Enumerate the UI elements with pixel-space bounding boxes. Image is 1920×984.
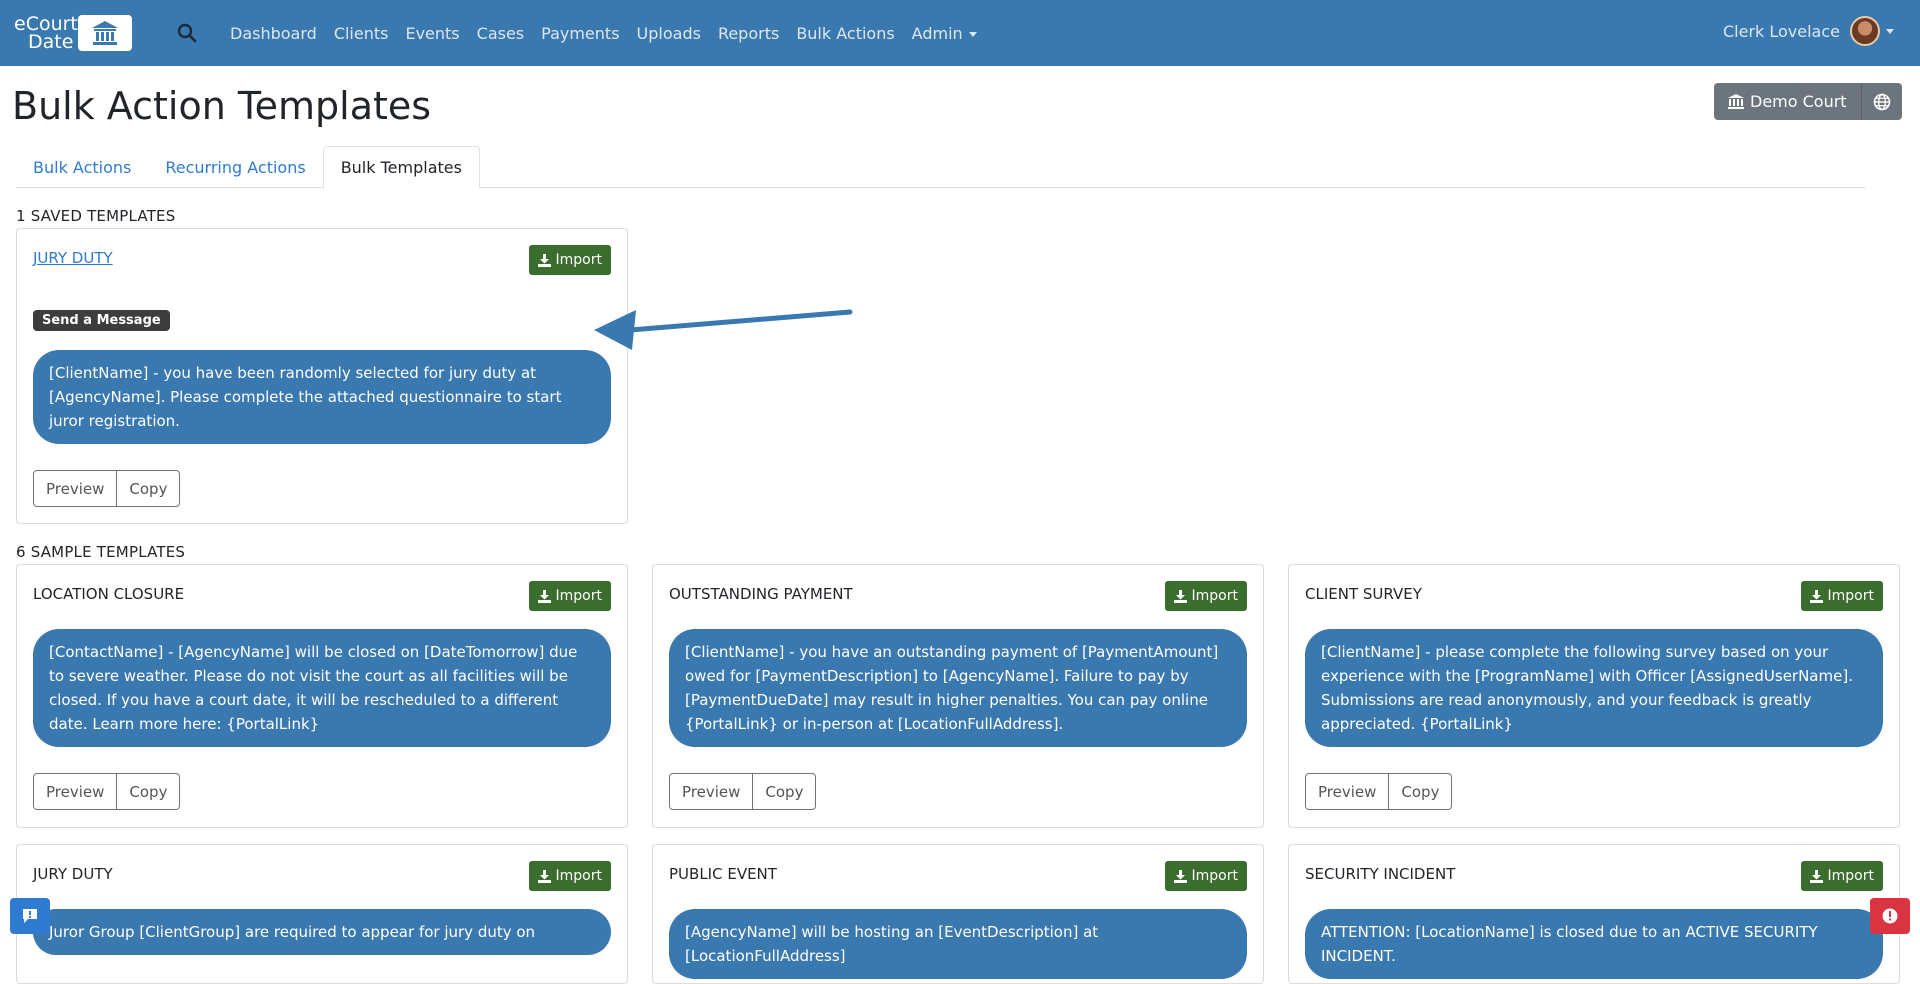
main-nav: Dashboard Clients Events Cases Payments … [230, 0, 994, 66]
download-icon [1173, 589, 1187, 603]
preview-button[interactable]: Preview [1305, 773, 1390, 810]
template-tabs: Bulk Actions Recurring Actions Bulk Temp… [16, 146, 1866, 189]
preview-button[interactable]: Preview [669, 773, 754, 810]
download-icon [537, 869, 551, 883]
download-icon [537, 253, 551, 267]
court-button-group: Demo Court [1714, 83, 1902, 120]
download-icon [1809, 589, 1823, 603]
template-button-group: Preview Copy [1305, 773, 1453, 810]
top-navbar: eCourt Date Dashboard Clients Events Cas… [0, 0, 1920, 66]
message-bubble: [ClientName] - you have an outstanding p… [669, 629, 1247, 747]
preview-button[interactable]: Preview [33, 470, 118, 507]
sample-template-card: SECURITY INCIDENT Import ATTENTION: [Loc… [1288, 844, 1900, 984]
import-button[interactable]: Import [528, 861, 611, 891]
saved-templates-heading: 1 SAVED TEMPLATES [16, 207, 176, 225]
sample-template-card: JURY DUTY Import Juror Group [ClientGrou… [16, 844, 628, 984]
template-button-group: Preview Copy [33, 470, 181, 507]
download-icon [537, 589, 551, 603]
message-bubble: [ContactName] - [AgencyName] will be clo… [33, 629, 611, 747]
sample-template-card: OUTSTANDING PAYMENT Import [ClientName] … [652, 564, 1264, 828]
nav-clients[interactable]: Clients [334, 24, 389, 43]
template-button-group: Preview Copy [669, 773, 817, 810]
template-title: CLIENT SURVEY [1305, 585, 1422, 603]
template-title: SECURITY INCIDENT [1305, 865, 1456, 883]
message-bubble: [ClientName] - you have been randomly se… [33, 350, 611, 444]
nav-dashboard[interactable]: Dashboard [230, 24, 317, 43]
user-menu[interactable]: Clerk Lovelace [1723, 16, 1894, 46]
import-label: Import [1191, 588, 1238, 604]
chat-button[interactable] [10, 898, 50, 934]
nav-reports[interactable]: Reports [718, 24, 779, 43]
app-logo[interactable]: eCourt Date [14, 14, 132, 52]
copy-button[interactable]: Copy [1389, 773, 1453, 810]
annotation-arrow-icon [594, 309, 853, 350]
copy-button[interactable]: Copy [117, 773, 181, 810]
avatar [1850, 16, 1880, 46]
copy-button[interactable]: Copy [753, 773, 817, 810]
page-title: Bulk Action Templates [12, 84, 432, 128]
nav-bulk-actions[interactable]: Bulk Actions [796, 24, 894, 43]
template-title: PUBLIC EVENT [669, 865, 777, 883]
import-button[interactable]: Import [1164, 581, 1247, 611]
import-label: Import [1191, 868, 1238, 884]
template-title: JURY DUTY [33, 865, 113, 883]
nav-events[interactable]: Events [405, 24, 459, 43]
download-icon [1173, 869, 1187, 883]
copy-button[interactable]: Copy [117, 470, 181, 507]
import-label: Import [555, 868, 602, 884]
template-button-group: Preview Copy [33, 773, 181, 810]
import-button[interactable]: Import [528, 245, 611, 275]
sample-template-card: PUBLIC EVENT Import [AgencyName] will be… [652, 844, 1264, 984]
user-name: Clerk Lovelace [1722, 21, 1840, 41]
message-bubble: [AgencyName] will be hosting an [EventDe… [669, 909, 1247, 979]
chat-icon [23, 909, 37, 923]
message-bubble: Juror Group [ClientGroup] are required t… [33, 909, 611, 955]
import-label: Import [555, 252, 602, 268]
saved-template-card: JURY DUTY Import Send a Message [ClientN… [16, 228, 628, 524]
sample-template-card: CLIENT SURVEY Import [ClientName] - plea… [1288, 564, 1900, 828]
template-title: LOCATION CLOSURE [33, 585, 185, 603]
sample-templates-heading: 6 SAMPLE TEMPLATES [16, 543, 186, 561]
courthouse-icon [78, 15, 132, 51]
import-button[interactable]: Import [528, 581, 611, 611]
tab-recurring-actions[interactable]: Recurring Actions [148, 146, 322, 188]
message-bubble: [ClientName] - please complete the follo… [1305, 629, 1883, 747]
import-label: Import [1827, 588, 1874, 604]
message-bubble: ATTENTION: [LocationName] is closed due … [1305, 909, 1883, 979]
import-button[interactable]: Import [1164, 861, 1247, 891]
template-title-link[interactable]: JURY DUTY [33, 249, 113, 267]
nav-payments[interactable]: Payments [541, 24, 619, 43]
action-type-badge: Send a Message [33, 310, 170, 331]
logo-text-line2: Date [28, 31, 74, 53]
preview-button[interactable]: Preview [33, 773, 118, 810]
tab-bulk-templates[interactable]: Bulk Templates [322, 146, 480, 189]
language-button[interactable] [1861, 83, 1902, 120]
sample-template-card: LOCATION CLOSURE Import [ContactName] - … [16, 564, 628, 828]
nav-uploads[interactable]: Uploads [637, 24, 701, 43]
chevron-down-icon [968, 31, 977, 37]
alert-icon [1882, 908, 1898, 924]
court-select-button[interactable]: Demo Court [1714, 83, 1862, 120]
chevron-down-icon [1886, 28, 1894, 34]
search-icon[interactable] [176, 22, 198, 44]
import-label: Import [1827, 868, 1874, 884]
tab-bulk-actions[interactable]: Bulk Actions [16, 146, 148, 188]
globe-icon [1873, 93, 1890, 110]
import-button[interactable]: Import [1800, 581, 1883, 611]
courthouse-icon [1728, 94, 1744, 109]
court-label: Demo Court [1750, 92, 1847, 111]
download-icon [1809, 869, 1823, 883]
nav-admin-label: Admin [911, 23, 963, 43]
nav-cases[interactable]: Cases [477, 24, 525, 43]
import-button[interactable]: Import [1800, 861, 1883, 891]
import-label: Import [555, 588, 602, 604]
nav-admin-dropdown[interactable]: Admin [912, 24, 977, 43]
template-title: OUTSTANDING PAYMENT [669, 585, 853, 603]
alert-button[interactable] [1870, 898, 1910, 934]
